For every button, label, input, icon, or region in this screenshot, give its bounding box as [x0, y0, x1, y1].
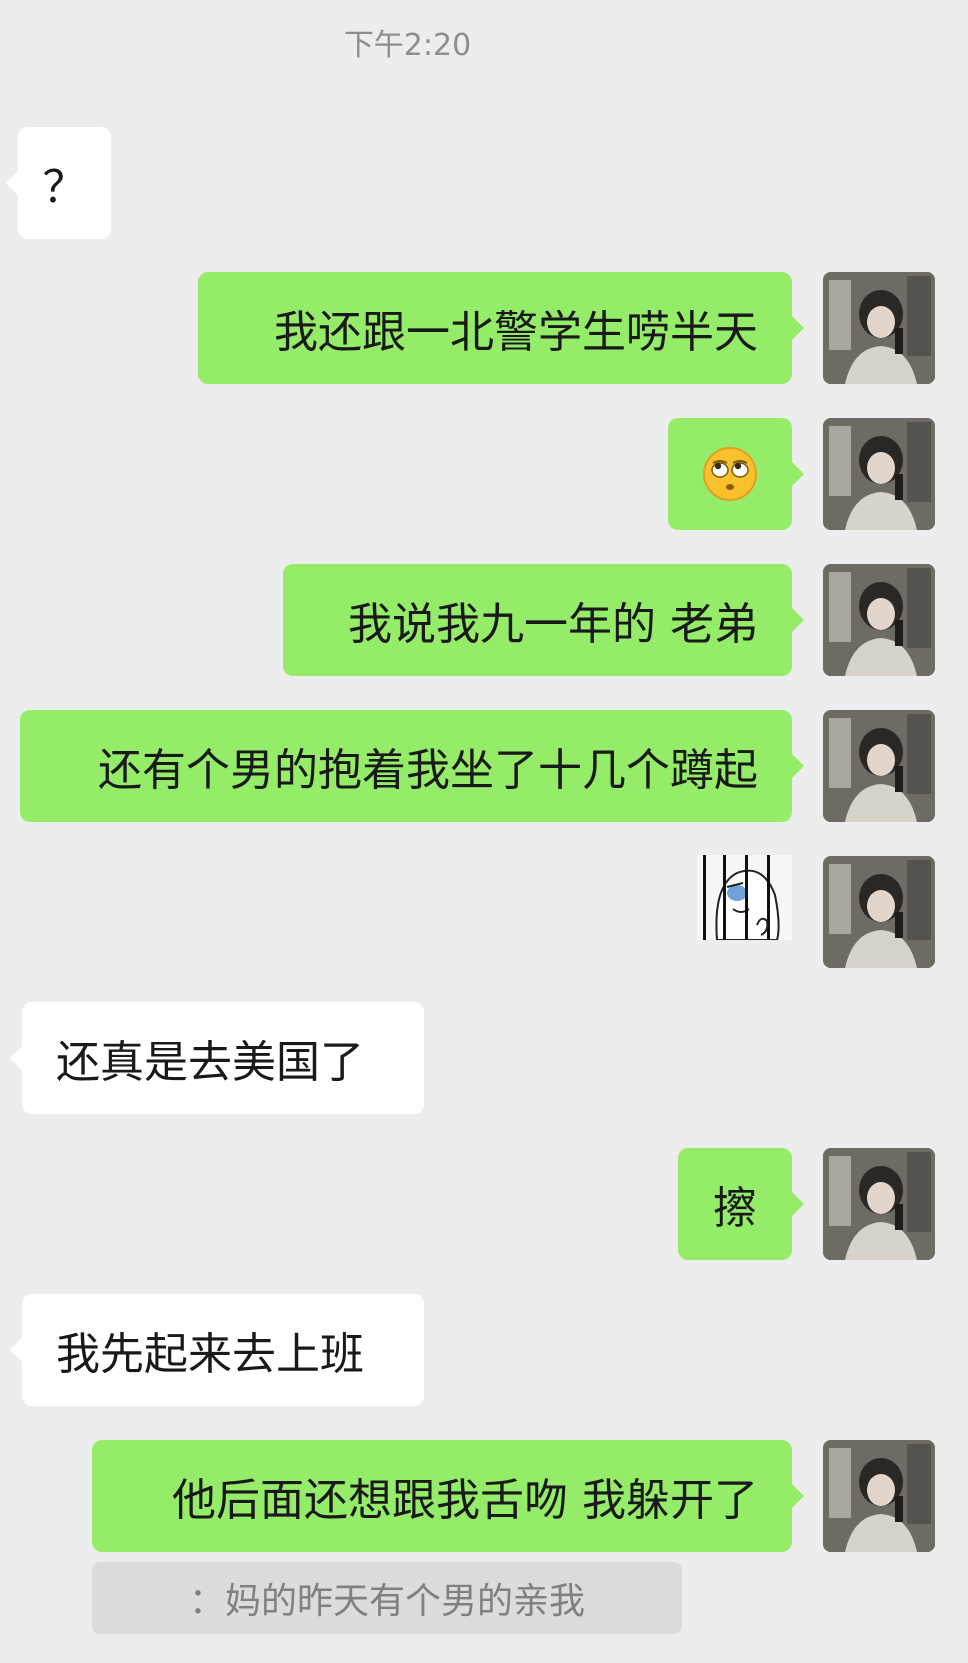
user-avatar[interactable] [823, 1440, 935, 1552]
incoming-message-bubble[interactable]: 还真是去美国了 [10, 1002, 424, 1114]
message-text: 擦 [713, 1183, 757, 1234]
outgoing-emoji-bubble[interactable] [668, 418, 804, 530]
avatar-photo-icon [823, 418, 935, 530]
outgoing-message-bubble[interactable]: 他后面还想跟我舌吻 我躲开了 [92, 1440, 804, 1552]
user-avatar[interactable] [823, 1148, 935, 1260]
user-avatar[interactable] [823, 272, 935, 384]
message-text: ？ [42, 162, 87, 213]
avatar-photo-icon [823, 710, 935, 822]
rolling-eyes-face-icon [703, 447, 757, 501]
incoming-message-bubble[interactable]: 我先起来去上班 [10, 1294, 424, 1406]
sticker-image [697, 855, 792, 941]
avatar-photo-icon [823, 1148, 935, 1260]
message-text: 我先起来去上班 [56, 1329, 364, 1380]
message-timestamp: 下午2:20 [343, 28, 472, 63]
outgoing-message-bubble[interactable]: 擦 [678, 1148, 804, 1260]
outgoing-message-bubble[interactable]: 我还跟一北警学生唠半天 [198, 272, 804, 384]
user-avatar[interactable] [823, 564, 935, 676]
user-avatar[interactable] [823, 856, 935, 968]
user-avatar[interactable] [823, 710, 935, 822]
user-avatar[interactable] [823, 418, 935, 530]
incoming-message-bubble[interactable]: ？ [6, 127, 111, 239]
outgoing-message-bubble[interactable]: 我说我九一年的 老弟 [283, 564, 804, 676]
quoted-message-text: ：妈的昨天有个男的亲我 [188, 1581, 585, 1622]
quoted-message[interactable]: ：妈的昨天有个男的亲我 [92, 1562, 682, 1634]
message-text: 我还跟一北警学生唠半天 [274, 307, 758, 358]
message-text: 我说我九一年的 老弟 [348, 599, 758, 650]
outgoing-message-bubble[interactable]: 还有个男的抱着我坐了十几个蹲起 [20, 710, 804, 822]
message-text: 还有个男的抱着我坐了十几个蹲起 [98, 745, 758, 796]
message-text: 还真是去美国了 [56, 1037, 364, 1088]
avatar-photo-icon [823, 1440, 935, 1552]
avatar-photo-icon [823, 564, 935, 676]
avatar-photo-icon [823, 272, 935, 384]
message-text: 他后面还想跟我舌吻 我躲开了 [172, 1475, 758, 1526]
behind-bars-sticker[interactable] [697, 855, 792, 941]
avatar-photo-icon [823, 856, 935, 968]
